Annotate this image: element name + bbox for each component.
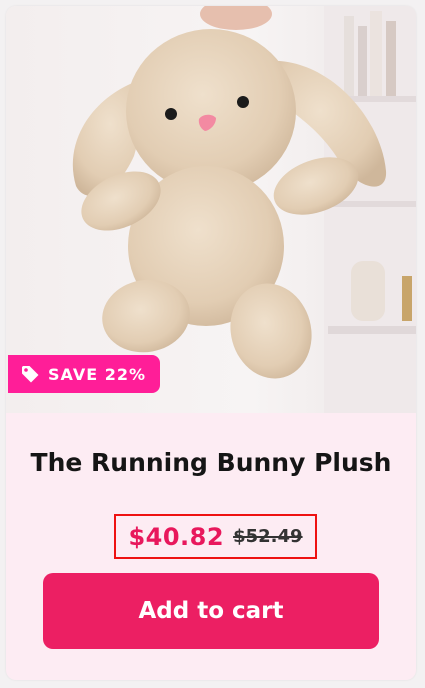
product-card: SAVE 22% The Running Bunny Plush $40.82 … (6, 6, 416, 680)
compare-at-price: $52.49 (233, 526, 303, 547)
discount-badge-text: SAVE 22% (48, 364, 146, 384)
sale-price: $40.82 (128, 522, 225, 551)
product-image[interactable]: SAVE 22% (6, 6, 416, 413)
add-to-cart-button[interactable]: Add to cart (43, 573, 379, 649)
tag-icon (22, 366, 39, 383)
bunny-plush-photo (6, 6, 416, 413)
discount-badge: SAVE 22% (8, 355, 160, 393)
product-title[interactable]: The Running Bunny Plush (26, 446, 396, 479)
price-row: $40.82 $52.49 (114, 514, 317, 559)
